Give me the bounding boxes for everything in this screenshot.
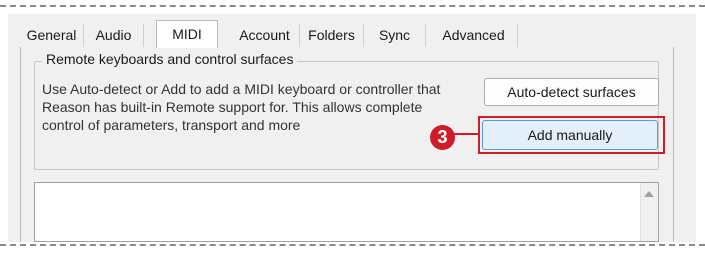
tab-general[interactable]: General <box>20 24 84 47</box>
tab-sync[interactable]: Sync <box>364 24 426 47</box>
dashed-border-top <box>0 5 705 7</box>
tab-account[interactable]: Account <box>230 24 300 47</box>
step-number-badge: 3 <box>430 125 455 150</box>
tab-midi[interactable]: MIDI <box>156 20 218 48</box>
surfaces-list[interactable] <box>34 182 659 242</box>
group-title: Remote keyboards and control surfaces <box>42 51 298 67</box>
dashed-border-bottom <box>0 244 705 246</box>
tab-folders[interactable]: Folders <box>300 24 364 47</box>
auto-detect-surfaces-button[interactable]: Auto-detect surfaces <box>484 78 659 106</box>
group-description: Use Auto-detect or Add to add a MIDI key… <box>42 81 441 133</box>
scroll-up-arrow-icon[interactable] <box>644 191 654 197</box>
tab-advanced[interactable]: Advanced <box>430 24 518 47</box>
highlight-box <box>478 116 665 154</box>
tab-audio[interactable]: Audio <box>84 24 144 47</box>
list-scrollbar[interactable] <box>640 183 658 241</box>
